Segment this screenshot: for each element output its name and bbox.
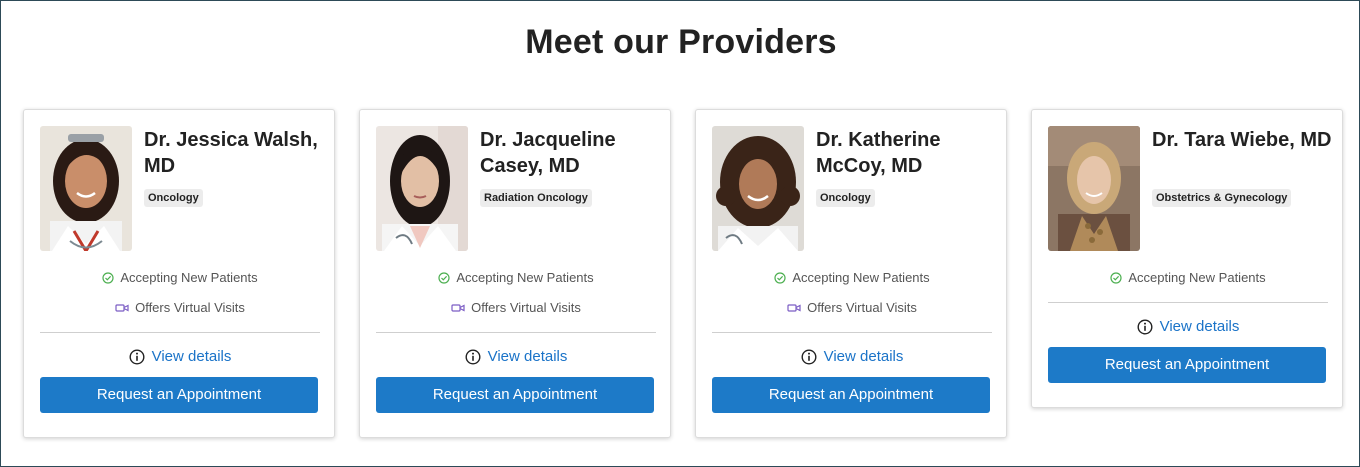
- specialty-badge: Radiation Oncology: [480, 189, 592, 207]
- view-details-label[interactable]: View details: [824, 348, 904, 365]
- video-camera-icon: [451, 303, 465, 312]
- view-details-label[interactable]: View details: [488, 348, 568, 365]
- video-camera-icon: [115, 303, 129, 312]
- request-appointment-button[interactable]: Request an Appointment: [1048, 347, 1326, 383]
- accepting-status: Accepting New Patients: [376, 270, 656, 285]
- accepting-label: Accepting New Patients: [120, 270, 258, 285]
- provider-card: Dr. Jacqueline Casey, MD Radiation Oncol…: [359, 109, 671, 438]
- provider-card: Dr. Tara Wiebe, MD Obstetrics & Gynecolo…: [1031, 109, 1343, 408]
- view-details-label[interactable]: View details: [1160, 318, 1240, 335]
- request-appointment-button[interactable]: Request an Appointment: [712, 377, 990, 413]
- provider-name: Dr. Tara Wiebe, MD: [1152, 129, 1332, 151]
- check-circle-icon: [102, 271, 114, 284]
- view-details-label[interactable]: View details: [152, 348, 232, 365]
- specialty-badge: Oncology: [144, 189, 203, 207]
- virtual-status: Offers Virtual Visits: [376, 300, 656, 315]
- page-title: Meet our Providers: [525, 23, 837, 61]
- divider: [40, 332, 320, 333]
- check-circle-icon: [1110, 271, 1122, 284]
- divider: [712, 332, 992, 333]
- info-circle-icon: [801, 348, 817, 365]
- accepting-status: Accepting New Patients: [1048, 270, 1328, 285]
- provider-photo: [712, 126, 804, 251]
- view-details-link[interactable]: View details: [376, 348, 656, 365]
- divider: [1048, 302, 1328, 303]
- accepting-label: Accepting New Patients: [1128, 270, 1266, 285]
- page-frame: Meet our Providers Dr. Jessica Walsh, MD…: [0, 0, 1360, 467]
- divider: [376, 332, 656, 333]
- info-circle-icon: [1137, 318, 1153, 335]
- provider-name: Dr. Katherine McCoy, MD: [816, 129, 941, 177]
- virtual-status: Offers Virtual Visits: [712, 300, 992, 315]
- provider-photo: [40, 126, 132, 251]
- virtual-label: Offers Virtual Visits: [135, 300, 245, 315]
- provider-photo: [376, 126, 468, 251]
- check-circle-icon: [438, 271, 450, 284]
- specialty-badge: Obstetrics & Gynecology: [1152, 189, 1292, 207]
- video-camera-icon: [787, 303, 801, 312]
- view-details-link[interactable]: View details: [40, 348, 320, 365]
- provider-photo: [1048, 126, 1140, 251]
- provider-card: Dr. Katherine McCoy, MD Oncology Accepti…: [695, 109, 1007, 438]
- request-appointment-button[interactable]: Request an Appointment: [40, 377, 318, 413]
- accepting-label: Accepting New Patients: [792, 270, 930, 285]
- accepting-label: Accepting New Patients: [456, 270, 594, 285]
- provider-name: Dr. Jacqueline Casey, MD: [480, 129, 616, 177]
- accepting-status: Accepting New Patients: [712, 270, 992, 285]
- accepting-status: Accepting New Patients: [40, 270, 320, 285]
- provider-name: Dr. Jessica Walsh, MD: [144, 129, 318, 177]
- virtual-status: Offers Virtual Visits: [40, 300, 320, 315]
- check-circle-icon: [774, 271, 786, 284]
- specialty-badge: Oncology: [816, 189, 875, 207]
- provider-card: Dr. Jessica Walsh, MD Oncology Accepting…: [23, 109, 335, 438]
- virtual-label: Offers Virtual Visits: [471, 300, 581, 315]
- request-appointment-button[interactable]: Request an Appointment: [376, 377, 654, 413]
- info-circle-icon: [129, 348, 145, 365]
- view-details-link[interactable]: View details: [712, 348, 992, 365]
- info-circle-icon: [465, 348, 481, 365]
- view-details-link[interactable]: View details: [1048, 318, 1328, 335]
- virtual-label: Offers Virtual Visits: [807, 300, 917, 315]
